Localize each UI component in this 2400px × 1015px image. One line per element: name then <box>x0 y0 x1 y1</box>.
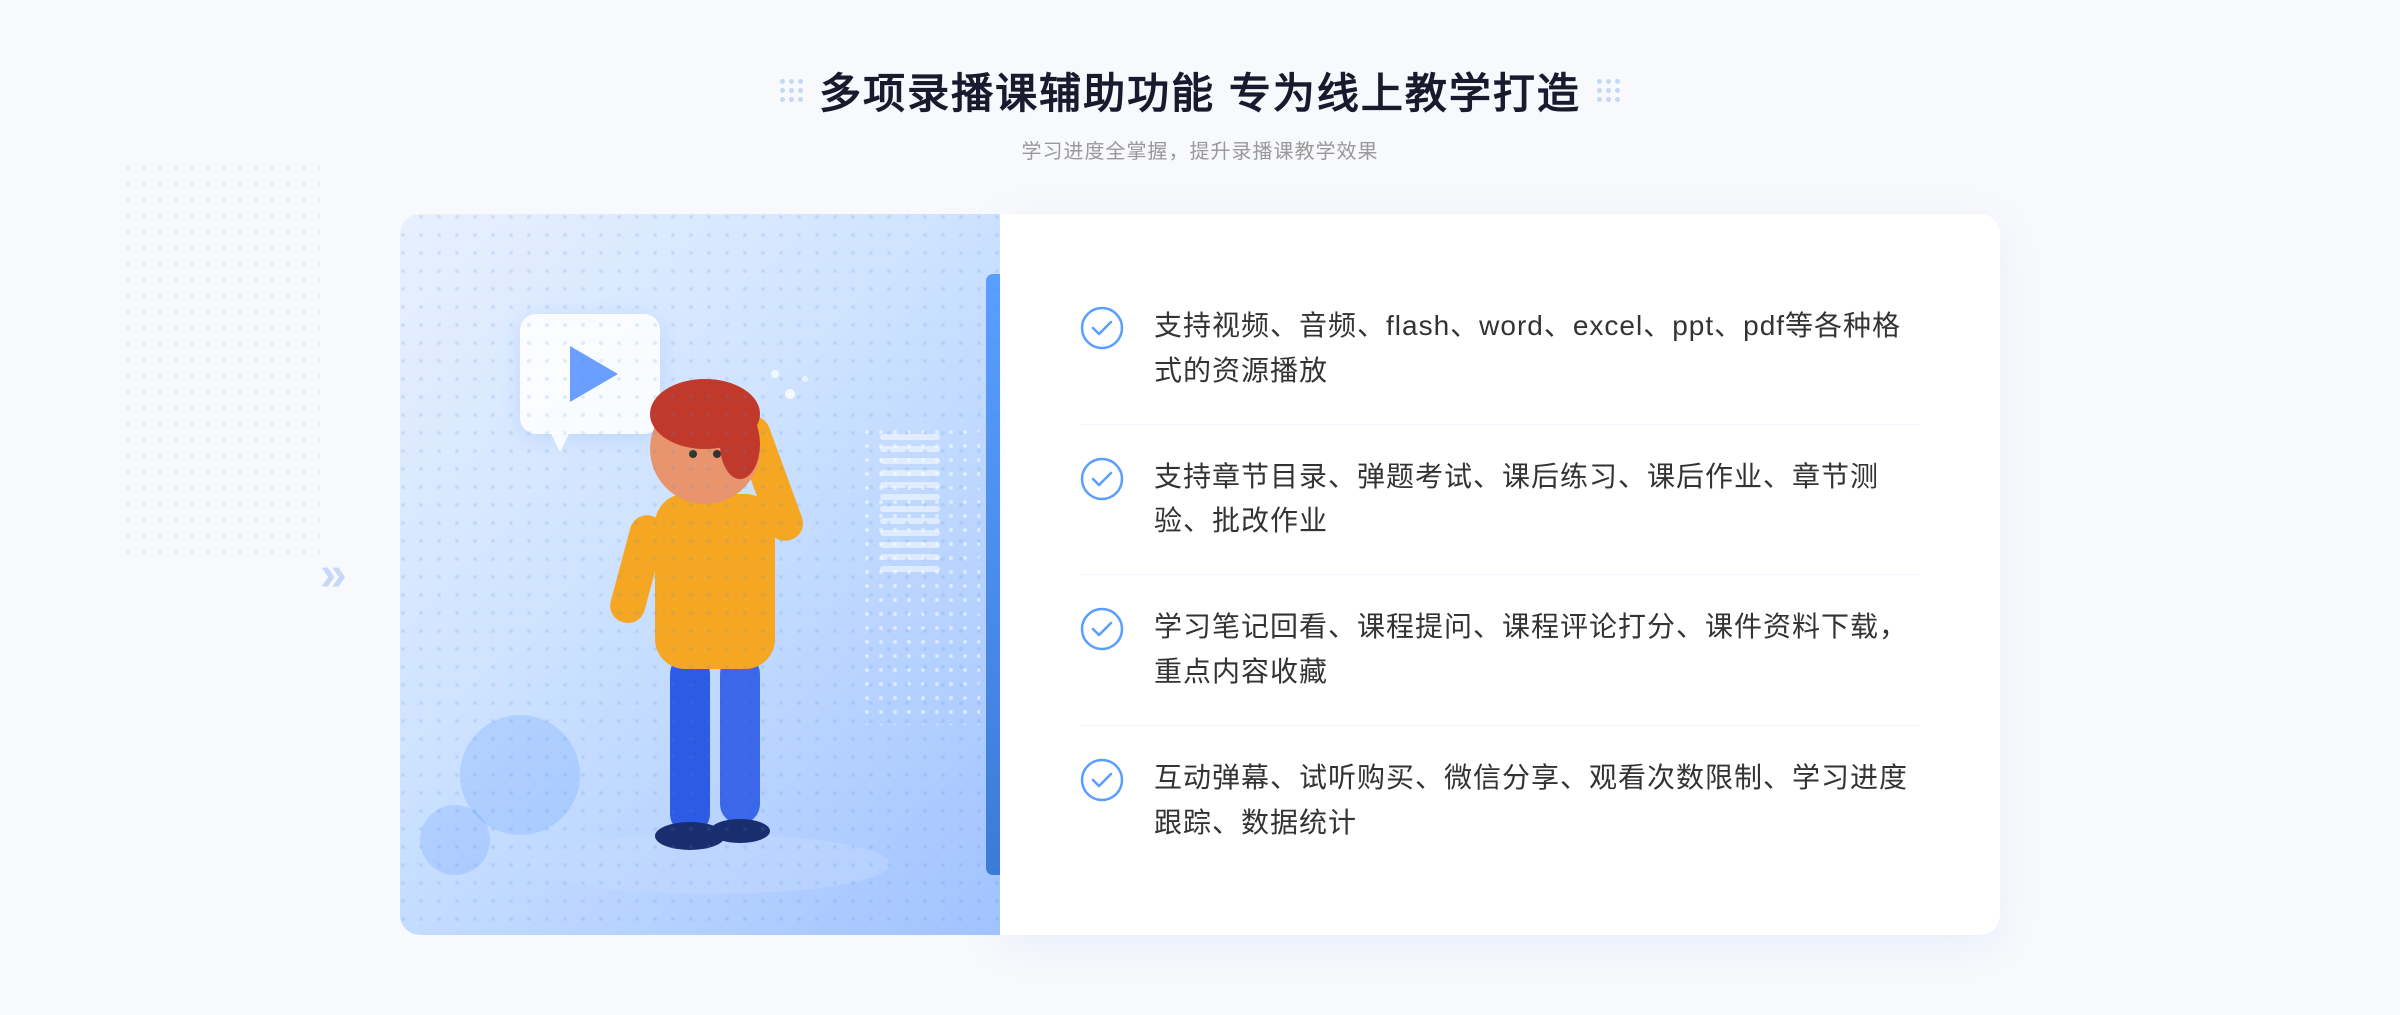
feature-text-3: 学习笔记回看、课程提问、课程评论打分、课件资料下载，重点内容收藏 <box>1154 605 1920 695</box>
right-dots-decoration <box>1597 79 1620 102</box>
page-subtitle: 学习进度全掌握，提升录播课教学效果 <box>780 135 1620 164</box>
check-icon-1 <box>1080 306 1124 350</box>
feature-text-4: 互动弹幕、试听购买、微信分享、观看次数限制、学习进度跟踪、数据统计 <box>1154 756 1920 846</box>
left-chevron-icon: » <box>320 551 347 599</box>
left-dots-decoration <box>780 79 803 102</box>
feature-item-2: 支持章节目录、弹题考试、课后练习、课后作业、章节测验、批改作业 <box>1080 425 1920 576</box>
person-illustration <box>400 214 1000 935</box>
feature-item-3: 学习笔记回看、课程提问、课程评论打分、课件资料下载，重点内容收藏 <box>1080 575 1920 726</box>
features-panel: 支持视频、音频、flash、word、excel、ppt、pdf等各种格式的资源… <box>1000 214 2000 935</box>
feature-text-2: 支持章节目录、弹题考试、课后练习、课后作业、章节测验、批改作业 <box>1154 455 1920 545</box>
check-icon-3 <box>1080 607 1124 651</box>
illustration-area <box>400 214 1000 935</box>
feature-item-4: 互动弹幕、试听购买、微信分享、观看次数限制、学习进度跟踪、数据统计 <box>1080 726 1920 876</box>
check-icon-2 <box>1080 457 1124 501</box>
page-title: 多项录播课辅助功能 专为线上教学打造 <box>819 60 1581 121</box>
header-title-row: 多项录播课辅助功能 专为线上教学打造 <box>780 60 1620 121</box>
main-content: » <box>400 214 2000 935</box>
header-section: 多项录播课辅助功能 专为线上教学打造 学习进度全掌握，提升录播课教学效果 <box>780 60 1620 164</box>
feature-text-1: 支持视频、音频、flash、word、excel、ppt、pdf等各种格式的资源… <box>1154 304 1920 394</box>
check-icon-4 <box>1080 758 1124 802</box>
page-wrapper: 多项录播课辅助功能 专为线上教学打造 学习进度全掌握，提升录播课教学效果 » <box>0 0 2400 1015</box>
feature-item-1: 支持视频、音频、flash、word、excel、ppt、pdf等各种格式的资源… <box>1080 274 1920 425</box>
